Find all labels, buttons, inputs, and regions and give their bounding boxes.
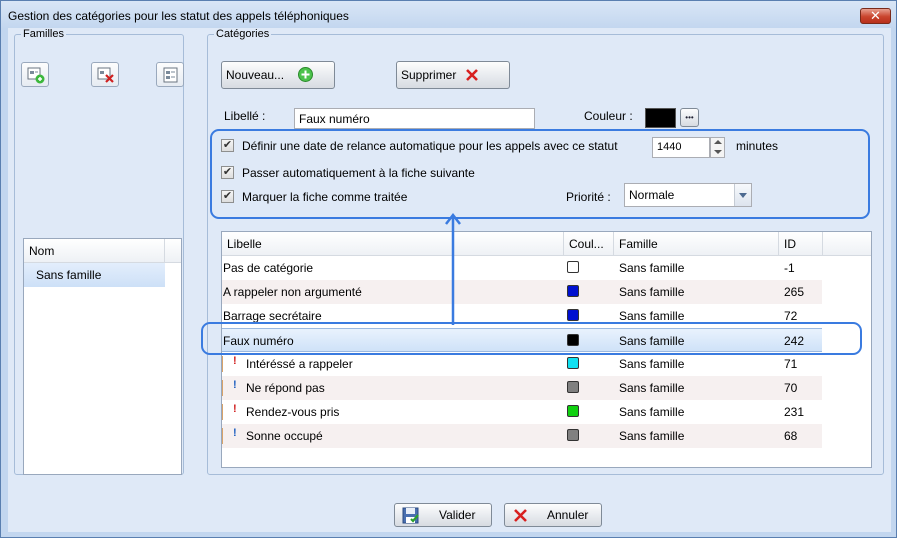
cell-libelle: A rappeler non argumenté [223, 285, 362, 299]
cell-famille: Sans famille [619, 261, 685, 275]
cell-id: 71 [784, 357, 798, 371]
cell-famille: Sans famille [619, 357, 685, 371]
categories-group-label: Catégories [214, 28, 272, 41]
selected-row-highlight [201, 322, 862, 355]
tree-line [222, 356, 223, 372]
dialog-window: Gestion des catégories pour les statut d… [0, 0, 897, 538]
save-icon [402, 507, 419, 524]
couleur-label: Couleur : [584, 109, 633, 123]
familles-group-label: Familles [21, 28, 66, 41]
options-highlight [210, 129, 870, 219]
edit-family-button[interactable] [156, 62, 184, 87]
familles-header-nom[interactable]: Nom [24, 239, 165, 263]
color-swatch [567, 405, 579, 417]
header-filler [823, 232, 871, 256]
cell-libelle: Intéréssé a rappeler [246, 357, 353, 371]
cell-id: 68 [784, 429, 798, 443]
priority-marker-icon: ! [233, 355, 237, 367]
table-row[interactable]: ! Rendez-vous pris Sans famille 231 [222, 400, 822, 424]
window-title: Gestion des catégories pour les statut d… [8, 9, 349, 23]
add-family-button[interactable] [21, 62, 49, 87]
categories-group: Catégories Nouveau... Supprimer Libellé … [207, 28, 884, 475]
cell-famille: Sans famille [619, 405, 685, 419]
title-bar[interactable]: Gestion des catégories pour les statut d… [1, 1, 896, 29]
cell-id: 231 [784, 405, 805, 419]
color-swatch [567, 381, 579, 393]
ok-button[interactable]: Valider [394, 503, 492, 527]
cancel-button[interactable]: Annuler [504, 503, 602, 527]
priority-marker-icon: ! [233, 403, 237, 415]
cancel-button-label: Annuler [547, 508, 589, 522]
cell-famille: Sans famille [619, 381, 685, 395]
familles-group: Familles Nom Sans famille [14, 28, 184, 475]
familles-header-filler [165, 239, 181, 263]
color-swatch [567, 285, 579, 297]
highlight-arrow-icon [445, 212, 461, 325]
table-row[interactable]: ! Intéréssé a rappeler Sans famille 71 [222, 352, 822, 376]
cell-id: -1 [784, 261, 795, 275]
table-row[interactable]: ! Sonne occupé Sans famille 68 [222, 424, 822, 448]
header-couleur[interactable]: Coul... [564, 232, 614, 256]
cell-id: 70 [784, 381, 798, 395]
edit-family-icon [163, 67, 178, 83]
delete-category-button[interactable]: Supprimer [396, 61, 510, 89]
list-item[interactable]: Sans famille [24, 263, 165, 287]
cell-famille: Sans famille [619, 429, 685, 443]
cancel-icon [514, 509, 527, 522]
priority-marker-icon: ! [233, 427, 237, 439]
new-category-button[interactable]: Nouveau... [221, 61, 335, 89]
libelle-field[interactable]: Faux numéro [294, 108, 535, 129]
table-row[interactable]: A rappeler non argumenté Sans famille 265 [222, 280, 822, 304]
close-button[interactable]: ✕ [860, 8, 891, 24]
cell-famille: Sans famille [619, 285, 685, 299]
cell-libelle: Ne répond pas [246, 381, 325, 395]
color-swatch [567, 261, 579, 273]
delete-category-label: Supprimer [401, 68, 457, 82]
couleur-picker-button[interactable]: ••• [680, 108, 699, 127]
delete-icon [466, 69, 478, 81]
new-category-label: Nouveau... [226, 68, 285, 82]
cell-libelle: Sonne occupé [246, 429, 323, 443]
header-libelle[interactable]: Libelle [222, 232, 564, 256]
tree-line [222, 380, 223, 396]
dialog-client: Familles Nom Sans famille Catégories Nou… [8, 28, 891, 532]
header-famille[interactable]: Famille [614, 232, 779, 256]
header-id[interactable]: ID [779, 232, 823, 256]
plus-circle-icon [298, 67, 313, 82]
delete-family-icon [97, 67, 114, 83]
familles-list[interactable]: Nom Sans famille [23, 238, 182, 475]
color-swatch [567, 429, 579, 441]
cell-libelle: Rendez-vous pris [246, 405, 340, 419]
family-name: Sans famille [36, 268, 102, 282]
table-row[interactable]: ! Ne répond pas Sans famille 70 [222, 376, 822, 400]
color-swatch [567, 357, 579, 369]
libelle-label: Libellé : [224, 109, 266, 123]
priority-marker-icon: ! [233, 379, 237, 391]
color-swatch [567, 309, 579, 321]
cell-libelle: Pas de catégorie [223, 261, 314, 275]
cell-id: 265 [784, 285, 805, 299]
tree-line [222, 428, 223, 444]
tree-line [222, 404, 223, 420]
ok-button-label: Valider [439, 508, 476, 522]
add-family-icon [27, 67, 45, 84]
table-row[interactable]: Pas de catégorie Sans famille -1 [222, 256, 822, 280]
couleur-swatch[interactable] [645, 108, 676, 128]
delete-family-button[interactable] [91, 62, 119, 87]
